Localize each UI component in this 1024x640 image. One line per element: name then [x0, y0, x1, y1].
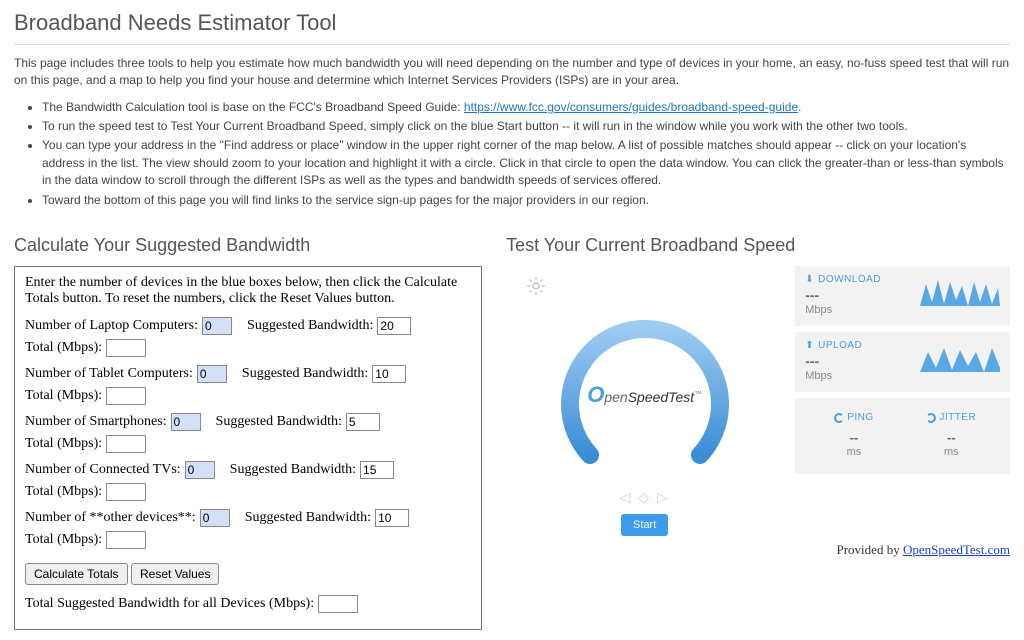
jitter-value: -- — [907, 430, 996, 445]
tv-total-output — [106, 483, 146, 501]
tablet-suggested-input[interactable] — [372, 365, 406, 383]
gauge-arrows-icon: ◁ ◇ ▷ — [620, 489, 670, 506]
ping-unit: ms — [809, 446, 898, 458]
list-item: Toward the bottom of this page you will … — [42, 192, 1010, 209]
jitter-label: JITTER — [939, 412, 976, 423]
smartphone-suggested-input[interactable] — [346, 413, 380, 431]
total-label: Total (Mbps): — [25, 436, 102, 452]
suggested-label: Suggested Bandwidth: — [230, 462, 356, 478]
speedtest-heading: Test Your Current Broadband Speed — [506, 235, 1010, 256]
speedtest-brand: OpenSpeedTest™ — [587, 382, 702, 408]
download-label: DOWNLOAD — [818, 274, 881, 285]
device-row-tv: Number of Connected TVs: Suggested Bandw… — [25, 461, 471, 501]
other-count-input[interactable] — [200, 509, 230, 527]
row-label: Number of Smartphones: — [25, 414, 167, 430]
laptop-suggested-input[interactable] — [377, 317, 411, 335]
instructions-list: The Bandwidth Calculation tool is base o… — [42, 99, 1010, 209]
intro-text: This page includes three tools to help y… — [14, 55, 1010, 89]
suggested-label: Suggested Bandwidth: — [245, 510, 371, 526]
list-item: To run the speed test to Test Your Curre… — [42, 118, 1010, 135]
theme-toggle-icon[interactable] — [526, 276, 546, 299]
row-label: Number of Tablet Computers: — [25, 366, 193, 382]
start-button[interactable]: Start — [621, 514, 668, 536]
device-row-other: Number of **other devices**: Suggested B… — [25, 509, 471, 549]
smartphone-count-input[interactable] — [171, 413, 201, 431]
calculate-heading: Calculate Your Suggested Bandwidth — [14, 235, 482, 256]
device-row-tablet: Number of Tablet Computers: Suggested Ba… — [25, 365, 471, 405]
download-card: ⬇DOWNLOAD --- Mbps — [795, 266, 1010, 326]
tablet-count-input[interactable] — [197, 365, 227, 383]
bullet-text: The Bandwidth Calculation tool is base o… — [42, 100, 464, 114]
calculator-prompt: Enter the number of devices in the blue … — [25, 275, 471, 307]
upload-card: ⬆UPLOAD --- Mbps — [795, 332, 1010, 392]
ping-label: PING — [847, 412, 873, 423]
page-title: Broadband Needs Estimator Tool — [14, 10, 1010, 36]
row-label: Number of Connected TVs: — [25, 462, 181, 478]
smartphone-total-output — [106, 435, 146, 453]
provided-prefix: Provided by — [837, 542, 903, 557]
final-total-label: Total Suggested Bandwidth for all Device… — [25, 596, 314, 612]
list-item: You can type your address in the "Find a… — [42, 137, 1010, 189]
ping-jitter-card: PING -- ms JITTER -- ms — [795, 398, 1010, 474]
provided-by: Provided by OpenSpeedTest.com — [506, 542, 1010, 558]
calculator-panel: Enter the number of devices in the blue … — [14, 266, 482, 630]
upload-spark-icon — [920, 342, 1000, 376]
list-item: The Bandwidth Calculation tool is base o… — [42, 99, 1010, 116]
device-row-smartphone: Number of Smartphones: Suggested Bandwid… — [25, 413, 471, 453]
tv-count-input[interactable] — [185, 461, 215, 479]
row-label: Number of Laptop Computers: — [25, 318, 198, 334]
device-row-laptop: Number of Laptop Computers: Suggested Ba… — [25, 317, 471, 357]
divider — [14, 44, 1010, 45]
suggested-label: Suggested Bandwidth: — [216, 414, 342, 430]
suggested-label: Suggested Bandwidth: — [242, 366, 368, 382]
download-spark-icon — [920, 276, 1000, 310]
fcc-guide-link[interactable]: https://www.fcc.gov/consumers/guides/bro… — [464, 100, 798, 114]
jitter-icon — [926, 413, 936, 423]
laptop-total-output — [106, 339, 146, 357]
total-label: Total (Mbps): — [25, 484, 102, 500]
total-label: Total (Mbps): — [25, 388, 102, 404]
other-suggested-input[interactable] — [375, 509, 409, 527]
suggested-label: Suggested Bandwidth: — [247, 318, 373, 334]
total-label: Total (Mbps): — [25, 532, 102, 548]
final-total-row: Total Suggested Bandwidth for all Device… — [25, 595, 471, 613]
laptop-count-input[interactable] — [202, 317, 232, 335]
openspeedtest-link[interactable]: OpenSpeedTest.com — [903, 542, 1010, 557]
row-label: Number of **other devices**: — [25, 510, 196, 526]
ping-value: -- — [809, 430, 898, 445]
upload-label: UPLOAD — [818, 340, 862, 351]
calculate-totals-button[interactable]: Calculate Totals — [25, 563, 128, 585]
reset-values-button[interactable]: Reset Values — [131, 563, 219, 585]
bullet-text: . — [798, 100, 801, 114]
other-total-output — [106, 531, 146, 549]
final-total-output — [318, 595, 358, 613]
total-label: Total (Mbps): — [25, 340, 102, 356]
jitter-unit: ms — [907, 446, 996, 458]
tablet-total-output — [106, 387, 146, 405]
ping-icon — [834, 413, 844, 423]
tv-suggested-input[interactable] — [360, 461, 394, 479]
download-icon: ⬇ — [805, 274, 814, 285]
speed-gauge: OpenSpeedTest™ — [555, 305, 735, 485]
upload-icon: ⬆ — [805, 340, 814, 351]
